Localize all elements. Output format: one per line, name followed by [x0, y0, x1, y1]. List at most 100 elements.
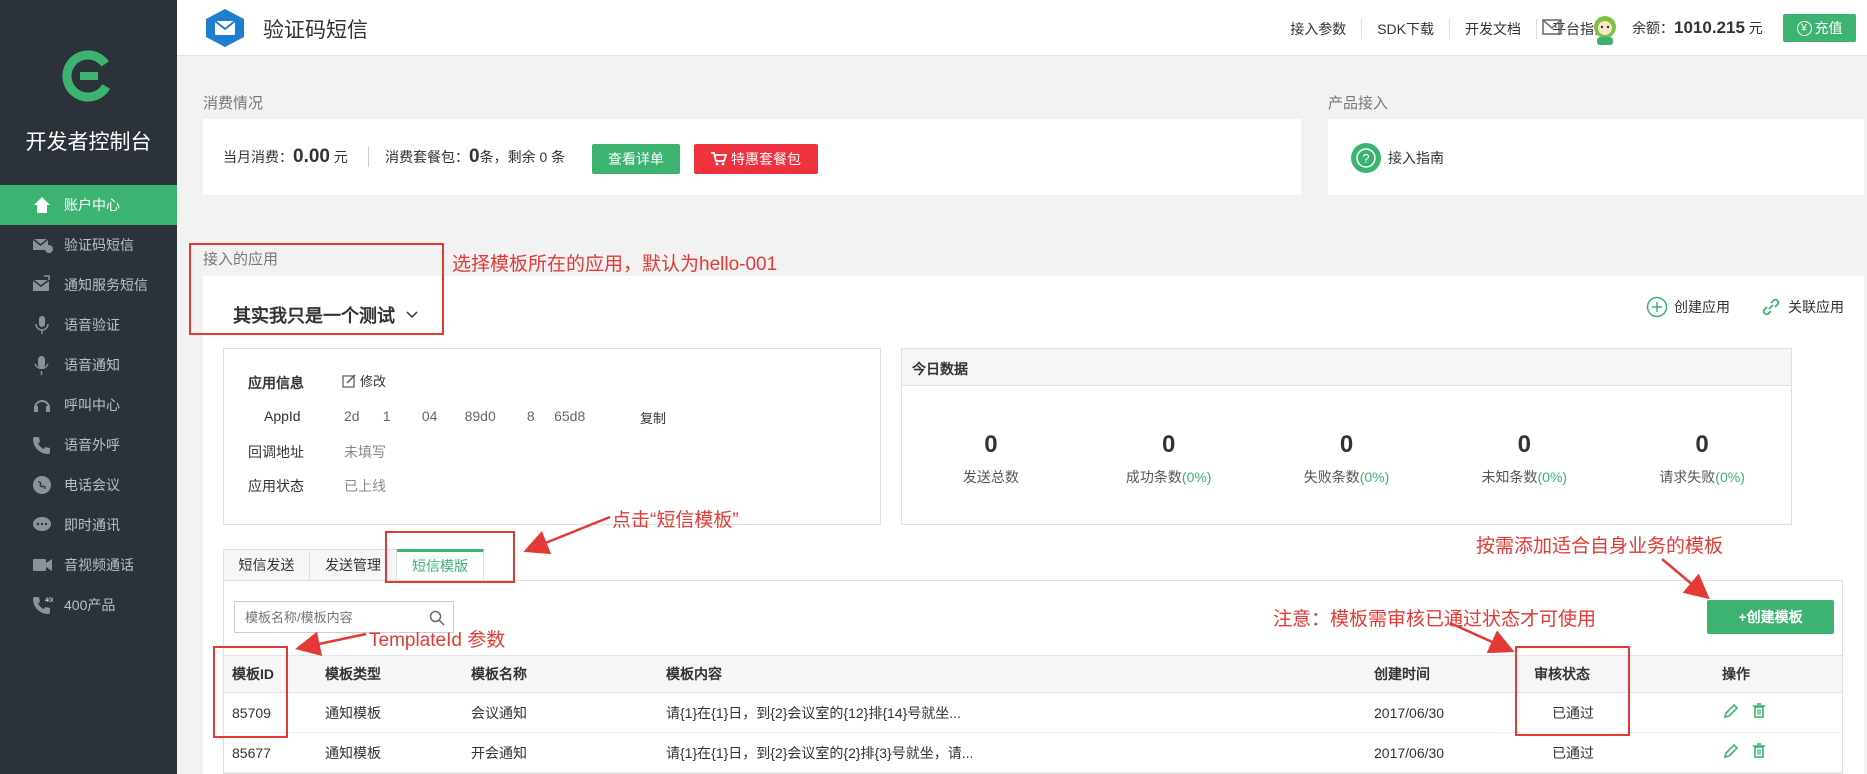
- trash-icon[interactable]: [1750, 742, 1768, 760]
- sidebar-item-label: 通知服务短信: [64, 277, 148, 293]
- sidebar-item-notify-sms[interactable]: 通知服务短信: [0, 265, 177, 305]
- sidebar-item-home[interactable]: 账户中心: [0, 185, 177, 225]
- stat-value: 0: [1339, 431, 1354, 458]
- stat-item: 0 发送总数: [902, 431, 1080, 487]
- stat-percent: (0%): [1715, 469, 1745, 485]
- status-label: 应用状态: [248, 478, 304, 494]
- copy-appid-button[interactable]: 复制: [640, 408, 666, 427]
- sidebar-item-video-call[interactable]: 音视频通话: [0, 545, 177, 585]
- edit-app-link[interactable]: 修改: [342, 371, 386, 390]
- voice-verify-icon: [28, 314, 56, 336]
- app-info-title: 应用信息: [248, 375, 304, 391]
- tab-send-manage[interactable]: 发送管理: [310, 549, 397, 580]
- special-package-button[interactable]: 特惠套餐包: [694, 144, 818, 174]
- link-sdk-download[interactable]: SDK下载: [1361, 19, 1449, 39]
- package-value: 0: [469, 146, 480, 167]
- today-data-panel: 今日数据 0 发送总数 0 成功条数(0%) 0 失败条数(0%) 0 未知条数(0%) 0 请求…: [901, 348, 1792, 525]
- edit-icon[interactable]: [1722, 702, 1740, 720]
- package-consumption: 消费套餐包：0条，剩余 0 条: [385, 146, 565, 168]
- sidebar-item-label: 音视频通话: [64, 557, 134, 573]
- view-details-button[interactable]: 查看详单: [592, 144, 680, 174]
- col-template-type: 模板类型: [325, 655, 471, 693]
- conference-icon: [28, 474, 56, 496]
- stat-label-wrap: 成功条数(0%): [1080, 467, 1258, 487]
- sidebar-item-label: 账户中心: [64, 197, 120, 213]
- annotation-box-tab: [385, 531, 515, 583]
- sidebar-item-outbound-call[interactable]: 语音外呼: [0, 425, 177, 465]
- consumption-card: 当月消费：0.00 元 消费套餐包：0条，剩余 0 条 查看详单 特惠套餐包: [203, 119, 1301, 195]
- edit-icon[interactable]: [1722, 742, 1740, 760]
- access-guide-link[interactable]: ? 接入指南: [1350, 142, 1444, 174]
- plus-circle-icon: [1646, 296, 1668, 318]
- cell-actions: [1722, 692, 1842, 733]
- link-dev-docs[interactable]: 开发文档: [1449, 19, 1536, 39]
- callback-value: 未填写: [344, 444, 386, 460]
- stat-item: 0 失败条数(0%): [1258, 431, 1436, 487]
- balance: 余额：1010.215 元: [1632, 18, 1763, 38]
- sidebar: 开发者控制台 账户中心验证码短信通知服务短信 语音验证语音通知呼叫中心 语音外呼 电话…: [0, 0, 177, 774]
- header-links: 接入参数 SDK下载 开发文档 平台指南: [1275, 19, 1623, 39]
- sidebar-item-phone-400[interactable]: 400 400产品: [0, 585, 177, 625]
- sidebar-item-voice-notify[interactable]: 语音通知: [0, 345, 177, 385]
- package-label: 消费套餐包：: [385, 149, 469, 165]
- svg-text:?: ?: [1362, 151, 1369, 166]
- trash-icon[interactable]: [1750, 702, 1768, 720]
- balance-label: 余额：: [1632, 20, 1674, 36]
- stat-value: 0: [1162, 431, 1176, 458]
- product-section-label: 产品接入: [1328, 95, 1389, 112]
- stat-label: 未知条数: [1481, 469, 1538, 485]
- sidebar-item-conference[interactable]: 电话会议: [0, 465, 177, 505]
- col-created-time: 创建时间: [1374, 655, 1534, 693]
- cell-actions: [1722, 732, 1842, 773]
- create-template-button[interactable]: +创建模板: [1707, 600, 1834, 634]
- link-app-link[interactable]: 关联应用: [1760, 296, 1844, 318]
- cell-template-name: 会议通知: [471, 692, 666, 733]
- stat-value: 0: [984, 431, 998, 458]
- search-icon[interactable]: [429, 610, 445, 626]
- today-stats: 0 发送总数 0 成功条数(0%) 0 失败条数(0%) 0 未知条数(0%) 0 请求失败(0%…: [902, 431, 1791, 487]
- sidebar-item-voice-verify[interactable]: 语音验证: [0, 305, 177, 345]
- stat-label: 失败条数: [1303, 469, 1360, 485]
- stat-value: 0: [1517, 431, 1531, 458]
- user-avatar-icon[interactable]: [1588, 12, 1622, 46]
- tab-sms-send[interactable]: 短信发送: [223, 549, 310, 580]
- sidebar-item-label: 语音验证: [64, 317, 120, 333]
- col-template-name: 模板名称: [471, 655, 666, 693]
- today-data-title: 今日数据: [902, 349, 1791, 386]
- charge-button[interactable]: ¥ 充值: [1783, 14, 1856, 42]
- mail-icon[interactable]: [1542, 19, 1562, 35]
- cart-icon: [711, 152, 727, 166]
- cell-template-name: 开会通知: [471, 732, 666, 773]
- verify-sms-icon: [28, 234, 56, 256]
- balance-unit: 元: [1748, 20, 1763, 36]
- appid-value: 2d 1 04 89d0 8 65d8: [344, 408, 586, 424]
- special-package-label: 特惠套餐包: [731, 151, 801, 167]
- stat-item: 0 未知条数(0%): [1435, 431, 1613, 487]
- sidebar-item-label: 语音通知: [64, 357, 120, 373]
- outbound-call-icon: [28, 434, 56, 456]
- cell-template-id: 85677: [224, 732, 325, 773]
- annotation-select-app: 选择模板所在的应用，默认为hello-001: [452, 254, 778, 275]
- annotation-notice: 注意：模板需审核已通过状态才可使用: [1273, 609, 1597, 630]
- annotation-box-template-id: [213, 646, 288, 738]
- console-title: 开发者控制台: [25, 131, 152, 154]
- cell-review-status: 已通过: [1534, 732, 1722, 773]
- create-app-link[interactable]: 创建应用: [1646, 296, 1730, 318]
- sidebar-item-verify-sms[interactable]: 验证码短信: [0, 225, 177, 265]
- sidebar-item-chat[interactable]: 即时通讯: [0, 505, 177, 545]
- notify-sms-icon: [28, 274, 56, 296]
- svg-text:400: 400: [45, 598, 53, 604]
- cell-template-type: 通知模板: [325, 692, 471, 733]
- video-call-icon: [28, 554, 56, 576]
- annotation-box-status: [1515, 646, 1630, 736]
- brand-logo-icon: [62, 50, 114, 102]
- link-access-params[interactable]: 接入参数: [1275, 19, 1361, 39]
- month-label: 当月消费：: [223, 149, 293, 165]
- stat-percent: (0%): [1359, 469, 1390, 485]
- month-consumption: 当月消费：0.00 元: [223, 146, 348, 168]
- divider: [368, 147, 369, 167]
- stat-label-wrap: 请求失败(0%): [1613, 467, 1791, 487]
- app-info-panel: 应用信息 修改 AppId 2d 1 04 89d0 8 65d8 复制 回调地…: [223, 348, 881, 525]
- edit-label: 修改: [360, 374, 387, 389]
- sidebar-item-call-center[interactable]: 呼叫中心: [0, 385, 177, 425]
